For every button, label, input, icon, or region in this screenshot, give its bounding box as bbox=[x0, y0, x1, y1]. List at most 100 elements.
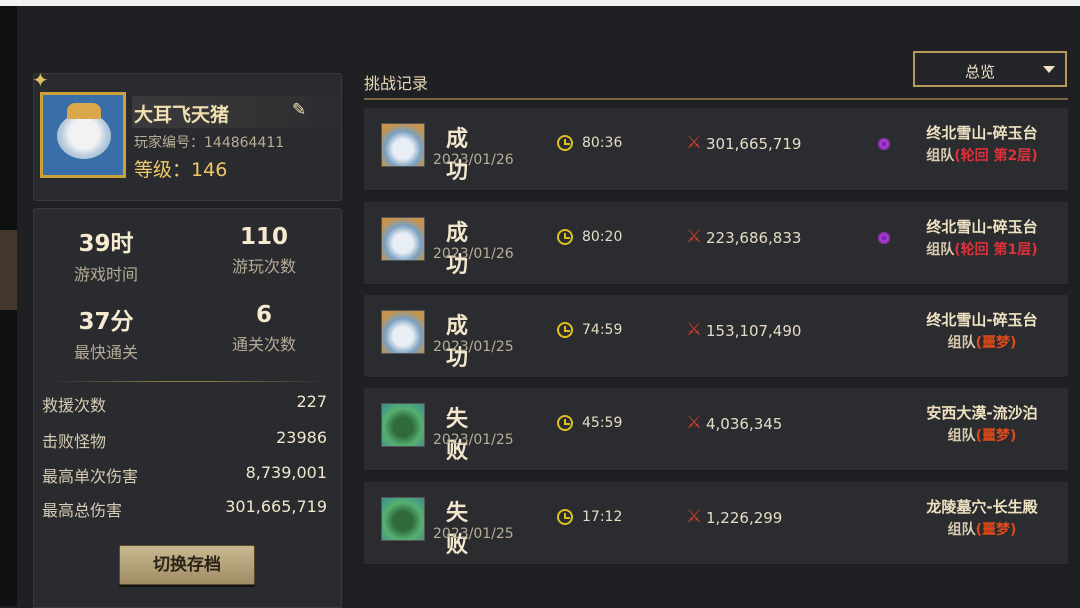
player-level: 等级：146 bbox=[134, 155, 227, 182]
records-title-divider bbox=[364, 98, 1068, 100]
switch-save-button[interactable]: 切换存档 bbox=[119, 545, 255, 585]
avatar[interactable] bbox=[40, 92, 126, 178]
clock-icon bbox=[557, 322, 573, 338]
chevron-down-icon bbox=[1043, 66, 1055, 73]
record-damage: 153,107,490 bbox=[706, 322, 802, 340]
stat-value: 110 bbox=[239, 224, 288, 250]
record-date: 2023/01/25 bbox=[433, 339, 514, 355]
record-time: 45:59 bbox=[582, 415, 623, 431]
record-damage: 223,686,833 bbox=[706, 229, 802, 247]
stats-divider bbox=[48, 381, 328, 382]
record-team: 组队(噩梦) bbox=[890, 425, 1074, 445]
sword-icon: ⚔ bbox=[686, 132, 703, 153]
sword-icon: ⚔ bbox=[686, 319, 703, 340]
records-title: 挑战记录 bbox=[364, 74, 429, 93]
record-stage: 终北雪山-碎玉台 bbox=[926, 218, 1038, 236]
stat-row-label: 击败怪物 bbox=[42, 432, 107, 451]
stat-row-value: 8,739,001 bbox=[245, 463, 327, 482]
record-damage: 1,226,299 bbox=[706, 509, 783, 527]
cycle-spiral-icon bbox=[878, 232, 890, 244]
team-mode: 组队 bbox=[947, 428, 976, 444]
avatar-frame-ornament-icon: ✦ bbox=[32, 68, 49, 92]
record-stage: 龙陵墓穴-长生殿 bbox=[926, 498, 1038, 516]
profile-card: ✦ 大耳飞天猪 ✎ 玩家编号：144864411 等级：146 bbox=[32, 68, 342, 201]
stat-label: 通关次数 bbox=[231, 335, 296, 354]
player-id-label: 玩家编号： bbox=[134, 135, 204, 151]
stat-value: 39时 bbox=[78, 231, 134, 257]
boss-portrait bbox=[381, 497, 425, 541]
record-date: 2023/01/26 bbox=[433, 246, 514, 262]
record-time: 17:12 bbox=[582, 509, 623, 525]
dropdown-selected: 总览 bbox=[964, 63, 995, 81]
stat-value: 6 bbox=[255, 302, 272, 328]
team-mode: 组队 bbox=[947, 522, 976, 538]
record-team: 组队(噩梦) bbox=[890, 332, 1074, 352]
record-stage: 安西大漠-流沙泊 bbox=[926, 404, 1038, 422]
stats-panel: 39时 游戏时间 110 游玩次数 37分 最快通关 6 通关次数 救援次数 2… bbox=[33, 208, 342, 608]
top-bar bbox=[0, 0, 1080, 6]
record-time: 80:20 bbox=[582, 229, 623, 245]
records-filter-dropdown[interactable]: 总览 bbox=[913, 51, 1067, 87]
stat-row-label: 救援次数 bbox=[42, 396, 107, 415]
stat-clear-count: 6 通关次数 bbox=[194, 302, 334, 355]
stat-row-max-hit: 最高单次伤害 8,739,001 bbox=[42, 463, 327, 487]
cycle-spiral-icon bbox=[878, 138, 890, 150]
clock-icon bbox=[557, 229, 573, 245]
stat-row-label: 最高单次伤害 bbox=[42, 467, 139, 486]
left-edge-art bbox=[0, 230, 17, 310]
difficulty-label: (噩梦) bbox=[975, 522, 1017, 538]
difficulty-label: (噩梦) bbox=[975, 335, 1017, 351]
stat-row-value: 227 bbox=[296, 392, 327, 411]
name-row: 大耳飞天猪 ✎ bbox=[132, 96, 342, 128]
record-damage: 301,665,719 bbox=[706, 135, 802, 153]
boss-portrait bbox=[381, 310, 425, 354]
boss-portrait bbox=[381, 403, 425, 447]
level-label: 等级： bbox=[134, 159, 192, 181]
difficulty-label: (轮回 第2层) bbox=[954, 148, 1038, 164]
record-stage: 终北雪山-碎玉台 bbox=[926, 124, 1038, 142]
record-date: 2023/01/26 bbox=[433, 152, 514, 168]
stat-label: 最快通关 bbox=[73, 343, 138, 362]
team-mode: 组队 bbox=[947, 335, 976, 351]
stat-fastest: 37分 最快通关 bbox=[36, 302, 176, 363]
record-row[interactable]: 成功 2023/01/26 80:36 ⚔ 301,665,719 终北雪山-碎玉台 组队(… bbox=[364, 108, 1068, 191]
stat-play-count: 110 游玩次数 bbox=[194, 224, 334, 277]
record-row[interactable]: 失败 2023/01/25 45:59 ⚔ 4,036,345 安西大漠-流沙泊 组队(噩梦… bbox=[364, 388, 1068, 471]
record-time: 74:59 bbox=[582, 322, 623, 338]
stat-row-max-total: 最高总伤害 301,665,719 bbox=[42, 497, 327, 521]
team-mode: 组队 bbox=[926, 148, 955, 164]
stat-play-time: 39时 游戏时间 bbox=[36, 224, 176, 285]
stat-label: 游玩次数 bbox=[231, 257, 296, 276]
boss-portrait bbox=[381, 217, 425, 261]
record-stage: 终北雪山-碎玉台 bbox=[926, 311, 1038, 329]
record-row[interactable]: 成功 2023/01/25 74:59 ⚔ 153,107,490 终北雪山-碎玉台 组队(… bbox=[364, 295, 1068, 378]
record-team: 组队(轮回 第1层) bbox=[890, 239, 1074, 259]
clock-icon bbox=[557, 509, 573, 525]
stat-row-value: 23986 bbox=[276, 428, 327, 447]
clock-icon bbox=[557, 135, 573, 151]
record-team: 组队(噩梦) bbox=[890, 519, 1074, 539]
stat-row-value: 301,665,719 bbox=[225, 497, 327, 516]
record-row[interactable]: 成功 2023/01/26 80:20 ⚔ 223,686,833 终北雪山-碎玉台 组队(… bbox=[364, 202, 1068, 285]
avatar-portrait bbox=[57, 103, 111, 159]
stat-row-label: 最高总伤害 bbox=[42, 501, 123, 520]
team-mode: 组队 bbox=[926, 242, 955, 258]
player-name: 大耳飞天猪 bbox=[134, 104, 230, 126]
stat-value: 37分 bbox=[78, 309, 134, 335]
stat-row-rescues: 救援次数 227 bbox=[42, 392, 327, 416]
record-date: 2023/01/25 bbox=[433, 526, 514, 542]
difficulty-label: (轮回 第1层) bbox=[954, 242, 1038, 258]
boss-portrait bbox=[381, 123, 425, 167]
record-team: 组队(轮回 第2层) bbox=[890, 145, 1074, 165]
stat-row-kills: 击败怪物 23986 bbox=[42, 428, 327, 452]
edit-icon[interactable]: ✎ bbox=[292, 102, 308, 119]
sword-icon: ⚔ bbox=[686, 412, 703, 433]
sword-icon: ⚔ bbox=[686, 506, 703, 527]
stat-label: 游戏时间 bbox=[73, 265, 138, 284]
clock-icon bbox=[557, 415, 573, 431]
record-time: 80:36 bbox=[582, 135, 623, 151]
record-date: 2023/01/25 bbox=[433, 432, 514, 448]
player-id: 玩家编号：144864411 bbox=[134, 132, 284, 152]
record-damage: 4,036,345 bbox=[706, 415, 783, 433]
record-row[interactable]: 失败 2023/01/25 17:12 ⚔ 1,226,299 龙陵墓穴-长生殿 组队(噩梦… bbox=[364, 482, 1068, 565]
